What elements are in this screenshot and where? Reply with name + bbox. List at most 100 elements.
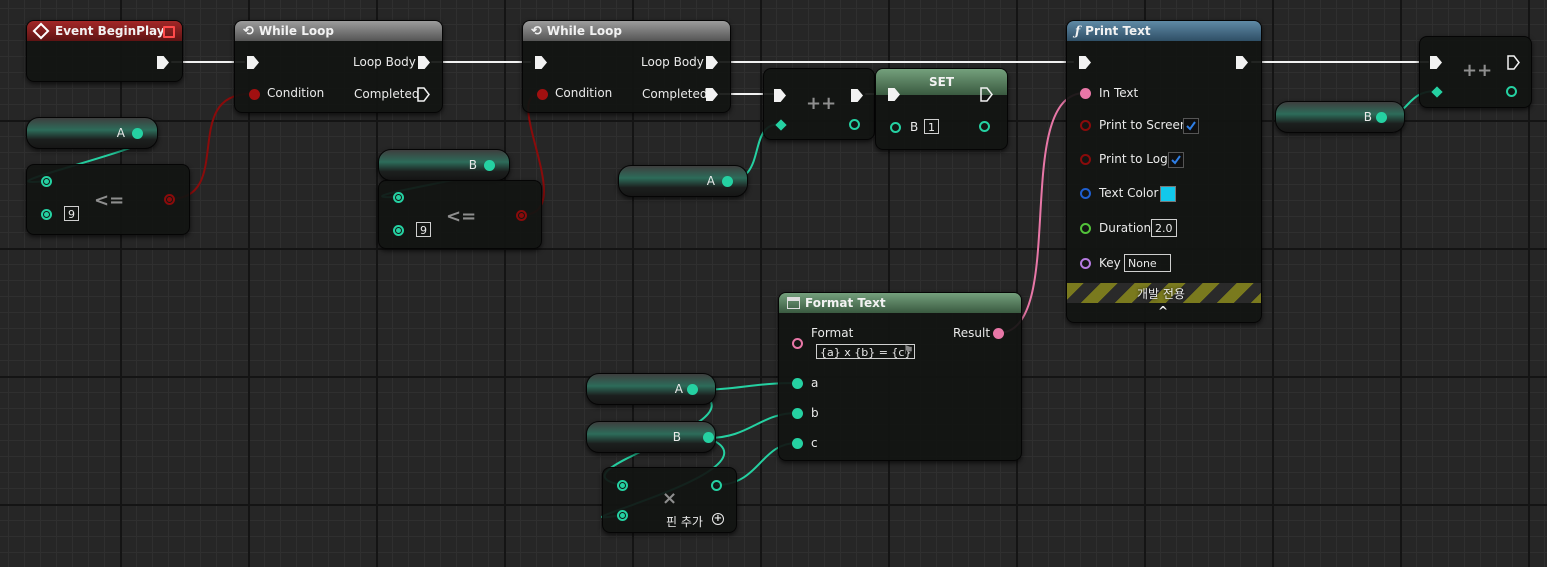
set-variable-node[interactable]: SET B 1 xyxy=(875,68,1008,150)
while-loop-title: While Loop xyxy=(258,24,334,38)
pin-b-label: b xyxy=(811,406,819,420)
variable-get-b[interactable]: B xyxy=(1275,101,1405,133)
format-text-title: Format Text xyxy=(805,296,886,310)
format-pin[interactable] xyxy=(792,338,803,349)
while-loop-node-2[interactable]: ⟲ While Loop Loop Body Condition Complet… xyxy=(522,20,731,113)
variable-get-b[interactable]: B xyxy=(586,421,716,453)
compare-a-pin[interactable] xyxy=(393,192,404,203)
increment-operator: ++ xyxy=(1462,60,1493,81)
variable-name: A xyxy=(116,126,125,140)
variable-get-a[interactable]: A xyxy=(26,117,158,149)
compare-operator: <= xyxy=(446,206,477,227)
set-var-label: B xyxy=(910,120,919,134)
print-to-screen-checkbox[interactable] xyxy=(1183,118,1199,134)
event-begin-play-node[interactable]: Event BeginPlay xyxy=(26,20,183,82)
int-ref-pin[interactable] xyxy=(775,119,787,131)
compare-b-pin[interactable] xyxy=(393,225,404,236)
format-pin-c[interactable] xyxy=(792,438,803,449)
compare-result-pin[interactable] xyxy=(516,210,527,221)
event-delegate-icon xyxy=(163,26,175,38)
loop-body-label: Loop Body xyxy=(641,55,704,69)
compare-value[interactable]: 9 xyxy=(416,222,431,237)
increment-result-pin[interactable] xyxy=(849,119,860,130)
int-ref-pin[interactable] xyxy=(1431,86,1443,98)
set-out-pin[interactable] xyxy=(979,121,990,132)
completed-pin[interactable] xyxy=(417,87,431,102)
format-value[interactable]: {a} x {b} = {c} xyxy=(816,344,916,359)
variable-out-pin[interactable] xyxy=(484,160,495,171)
format-label: Format xyxy=(811,326,854,340)
format-pin-a[interactable] xyxy=(792,378,803,389)
add-pin-label[interactable]: 핀 추가 xyxy=(666,513,703,530)
completed-label: Completed xyxy=(354,87,420,101)
loop-body-pin[interactable] xyxy=(418,56,430,69)
event-diamond-icon xyxy=(32,22,50,40)
compare-value[interactable]: 9 xyxy=(64,206,79,221)
condition-label: Condition xyxy=(555,86,613,100)
variable-out-pin[interactable] xyxy=(132,128,143,139)
exec-in-pin[interactable] xyxy=(1430,56,1442,69)
exec-out-pin[interactable] xyxy=(851,89,863,102)
compare-result-pin[interactable] xyxy=(164,194,175,205)
print-text-node[interactable]: ƒ Print Text In Text Print to Screen Pri… xyxy=(1066,20,1262,323)
key-value[interactable]: None xyxy=(1124,254,1171,272)
localize-flag-icon[interactable]: ⚑ xyxy=(903,343,914,357)
compare-a-pin[interactable] xyxy=(41,176,52,187)
duration-pin[interactable] xyxy=(1080,223,1091,234)
print-to-log-label: Print to Log xyxy=(1099,152,1168,166)
variable-out-pin[interactable] xyxy=(722,176,733,187)
text-color-pin[interactable] xyxy=(1080,188,1091,199)
variable-out-pin[interactable] xyxy=(687,384,698,395)
increment-operator: ++ xyxy=(806,93,837,114)
duration-value[interactable]: 2.0 xyxy=(1151,219,1177,237)
variable-out-pin[interactable] xyxy=(703,432,714,443)
variable-get-b[interactable]: B xyxy=(378,149,510,181)
format-text-node[interactable]: Format Text Format {a} x {b} = {c} ⚑ Res… xyxy=(778,292,1022,461)
exec-out-pin[interactable] xyxy=(157,56,169,69)
format-pin-b[interactable] xyxy=(792,408,803,419)
loop-body-pin[interactable] xyxy=(706,56,718,69)
exec-in-pin[interactable] xyxy=(774,89,786,102)
set-value-box[interactable]: 1 xyxy=(924,119,939,134)
increment-node-1[interactable]: ++ xyxy=(763,68,875,140)
multiply-b-pin[interactable] xyxy=(617,510,628,521)
exec-out-pin[interactable] xyxy=(1236,56,1248,69)
condition-pin[interactable] xyxy=(537,89,548,100)
multiply-a-pin[interactable] xyxy=(617,480,628,491)
increment-result-pin[interactable] xyxy=(1506,86,1517,97)
result-pin[interactable] xyxy=(993,328,1004,339)
set-value-pin[interactable] xyxy=(890,122,901,133)
exec-out-pin[interactable] xyxy=(1507,55,1521,70)
exec-in-pin[interactable] xyxy=(247,56,259,69)
variable-out-pin[interactable] xyxy=(1376,112,1387,123)
key-pin[interactable] xyxy=(1080,258,1091,269)
compare-node-1[interactable]: 9 <= xyxy=(26,164,190,235)
text-color-swatch[interactable] xyxy=(1160,186,1176,202)
while-loop-node-1[interactable]: ⟲ While Loop Loop Body Condition Complet… xyxy=(234,20,443,113)
variable-get-a[interactable]: A xyxy=(618,165,748,197)
condition-label: Condition xyxy=(267,86,325,100)
completed-pin[interactable] xyxy=(706,88,718,101)
variable-name: A xyxy=(674,382,683,396)
increment-node-2[interactable]: ++ xyxy=(1419,36,1532,108)
loop-body-label: Loop Body xyxy=(353,55,416,69)
print-to-screen-pin[interactable] xyxy=(1080,120,1091,131)
print-to-log-checkbox[interactable] xyxy=(1168,152,1184,168)
add-pin-icon[interactable]: + xyxy=(712,513,724,525)
multiply-node[interactable]: × 핀 추가 + xyxy=(602,467,737,533)
multiply-result-pin[interactable] xyxy=(711,480,722,491)
in-text-pin[interactable] xyxy=(1080,88,1091,99)
compare-node-2[interactable]: 9 <= xyxy=(378,180,542,249)
variable-get-a[interactable]: A xyxy=(586,373,716,405)
pin-c-label: c xyxy=(811,436,818,450)
exec-in-pin[interactable] xyxy=(535,56,547,69)
format-text-icon xyxy=(787,297,800,309)
print-to-log-pin[interactable] xyxy=(1080,154,1091,165)
collapse-chevron-icon[interactable]: ^ xyxy=(1158,304,1168,318)
exec-in-pin[interactable] xyxy=(1079,56,1091,69)
compare-b-pin[interactable] xyxy=(41,209,52,220)
condition-pin[interactable] xyxy=(249,89,260,100)
exec-out-pin[interactable] xyxy=(980,87,994,102)
while-loop-header: ⟲ While Loop xyxy=(523,21,730,41)
loop-icon: ⟲ xyxy=(531,23,542,39)
